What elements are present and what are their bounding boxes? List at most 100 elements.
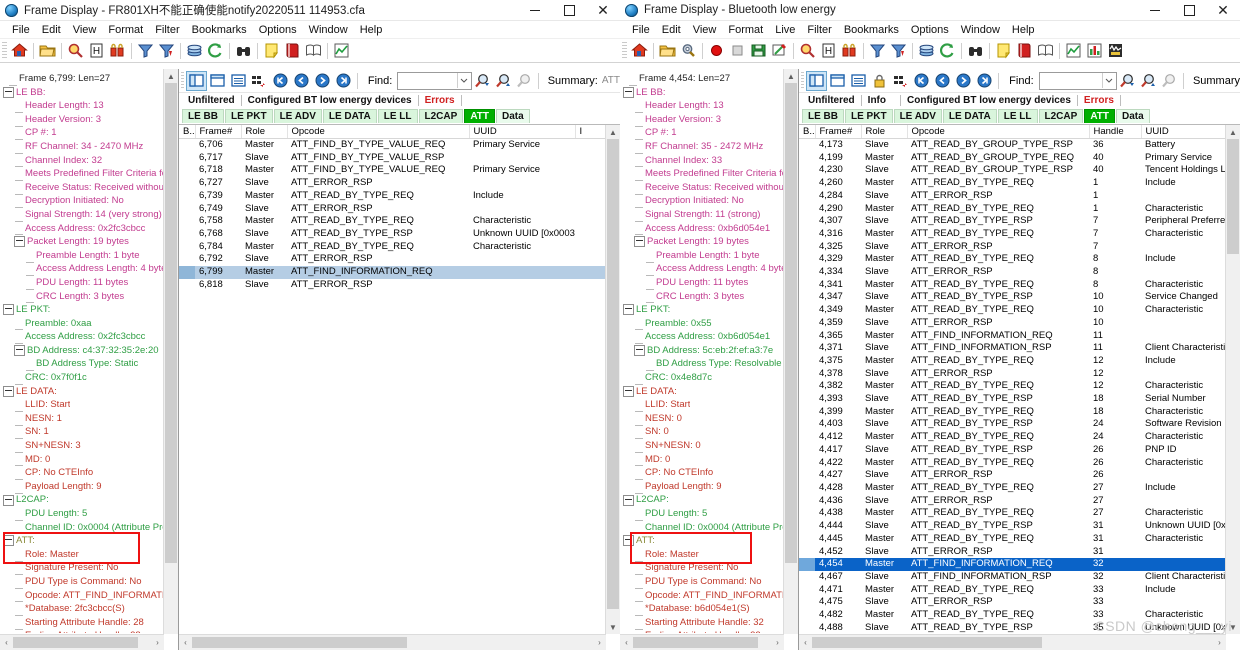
tree-node[interactable]: Ending Attribute Handle: 32: [622, 629, 788, 633]
filter-apply-icon[interactable]: [156, 40, 177, 61]
row-bookmark-cell[interactable]: [179, 253, 195, 266]
tree-node[interactable]: Opcode: ATT_FIND_INFORMATION_REQ: [2, 589, 168, 603]
tree-node[interactable]: Signal Strength: 11 (strong): [622, 208, 788, 222]
table-vertical-scrollbar[interactable]: ▲ ▼: [1225, 125, 1240, 634]
scroll-up-arrow[interactable]: ▲: [784, 69, 798, 83]
tree-node[interactable]: Channel ID: 0x0004 (Attribute Protocol): [2, 521, 168, 535]
lock-icon[interactable]: [869, 71, 890, 91]
packet-table[interactable]: B... Frame# Role Opcode Handle UUID 4,17…: [799, 125, 1240, 650]
menu-item-live[interactable]: Live: [769, 24, 801, 36]
menu-item-options[interactable]: Options: [253, 24, 303, 36]
table-row[interactable]: 4,412 Master ATT_READ_BY_TYPE_REQ 24 Charact…: [799, 431, 1240, 444]
tree-node[interactable]: MD: 0: [2, 453, 168, 467]
tree-node[interactable]: Signal Strength: 14 (very strong): [2, 208, 168, 222]
table-row[interactable]: 4,230 Slave ATT_READ_BY_GROUP_TYPE_RSP 40 Te…: [799, 164, 1240, 177]
row-bookmark-cell[interactable]: [799, 368, 815, 381]
tree-collapse-icon[interactable]: [623, 86, 634, 98]
column-opcode[interactable]: Opcode: [287, 125, 470, 139]
row-bookmark-cell[interactable]: [179, 266, 195, 279]
tree-collapse-icon[interactable]: [3, 385, 14, 397]
tree-node[interactable]: BD Address: c4:37:32:35:2e:20: [2, 344, 168, 358]
tree-node[interactable]: MD: 0: [622, 453, 788, 467]
tree-node[interactable]: LE PKT:: [2, 303, 168, 317]
row-bookmark-cell[interactable]: [799, 253, 815, 266]
nav-last-icon[interactable]: [974, 71, 995, 91]
layer-tab-data[interactable]: Data: [1116, 109, 1150, 123]
layer-tab-l2cap[interactable]: L2CAP: [418, 109, 464, 123]
nav-prev-icon[interactable]: [291, 71, 312, 91]
goto-frame-icon[interactable]: [890, 71, 911, 91]
menu-item-edit[interactable]: Edit: [656, 24, 687, 36]
settings-icon[interactable]: [678, 40, 699, 61]
table-row[interactable]: 6,784 Master ATT_READ_BY_TYPE_REQ Character…: [179, 241, 620, 254]
tree-node[interactable]: Channel Index: 33: [622, 154, 788, 168]
save-icon[interactable]: [748, 40, 769, 61]
row-bookmark-cell[interactable]: [799, 279, 815, 292]
table-row[interactable]: 4,393 Slave ATT_READ_BY_TYPE_RSP 18 Serial N…: [799, 393, 1240, 406]
book-open-icon[interactable]: [303, 40, 324, 61]
table-row[interactable]: 4,454 Master ATT_FIND_INFORMATION_REQ 32: [799, 558, 1240, 571]
row-bookmark-cell[interactable]: [799, 507, 815, 520]
menu-item-view[interactable]: View: [67, 24, 103, 36]
tree-collapse-icon[interactable]: [14, 345, 25, 357]
findbar-grip[interactable]: [801, 72, 805, 89]
tree-collapse-icon[interactable]: [623, 385, 634, 397]
filter-tab-configured-devices[interactable]: Configured BT low energy devices: [242, 95, 418, 106]
layer-tab-le-pkt[interactable]: LE PKT: [845, 109, 893, 123]
tree-node[interactable]: ATT:: [622, 534, 788, 548]
column-opcode[interactable]: Opcode: [907, 125, 1090, 139]
table-row[interactable]: 4,403 Slave ATT_READ_BY_TYPE_RSP 24 Software…: [799, 418, 1240, 431]
row-bookmark-cell[interactable]: [799, 431, 815, 444]
tree-collapse-icon[interactable]: [634, 236, 645, 248]
table-row[interactable]: 4,341 Master ATT_READ_BY_TYPE_REQ 8 Characte…: [799, 279, 1240, 292]
row-bookmark-cell[interactable]: [799, 342, 815, 355]
tree-node[interactable]: SN+NESN: 0: [622, 439, 788, 453]
row-bookmark-cell[interactable]: [179, 241, 195, 254]
scroll-thumb[interactable]: [812, 637, 1042, 648]
row-bookmark-cell[interactable]: [179, 152, 195, 165]
tree-collapse-icon[interactable]: [634, 345, 645, 357]
row-bookmark-cell[interactable]: [799, 571, 815, 584]
note-icon[interactable]: [993, 40, 1014, 61]
tree-node[interactable]: BD Address: 5c:eb:2f:ef:a3:7e: [622, 344, 788, 358]
table-row[interactable]: 4,475 Slave ATT_ERROR_RSP 33: [799, 596, 1240, 609]
row-bookmark-cell[interactable]: [799, 228, 815, 241]
row-bookmark-cell[interactable]: [799, 304, 815, 317]
table-row[interactable]: 4,438 Master ATT_READ_BY_TYPE_REQ 27 Charact…: [799, 507, 1240, 520]
menu-item-bookmarks[interactable]: Bookmarks: [186, 24, 253, 36]
tree-vertical-scrollbar[interactable]: ▲: [163, 69, 178, 634]
nav-first-icon[interactable]: [270, 71, 291, 91]
row-bookmark-cell[interactable]: [799, 291, 815, 304]
tree-node[interactable]: PDU Length: 11 bytes: [2, 276, 168, 290]
row-bookmark-cell[interactable]: [799, 622, 815, 635]
filter-icon[interactable]: [135, 40, 156, 61]
column-handle[interactable]: Handle: [1089, 125, 1142, 139]
row-bookmark-cell[interactable]: [799, 596, 815, 609]
table-row[interactable]: 4,260 Master ATT_READ_BY_TYPE_REQ 1 Include: [799, 177, 1240, 190]
tree-node[interactable]: Packet Length: 19 bytes: [2, 235, 168, 249]
table-row[interactable]: 4,290 Master ATT_READ_BY_TYPE_REQ 1 Characte…: [799, 203, 1240, 216]
row-bookmark-cell[interactable]: [799, 418, 815, 431]
column-role[interactable]: Role: [241, 125, 288, 139]
row-bookmark-cell[interactable]: [179, 228, 195, 241]
column-frame[interactable]: Frame#: [815, 125, 862, 139]
tree-node[interactable]: PDU Length: 5: [622, 507, 788, 521]
tree-collapse-icon[interactable]: [3, 86, 14, 98]
row-bookmark-cell[interactable]: [799, 495, 815, 508]
table-row[interactable]: 6,768 Slave ATT_READ_BY_TYPE_RSP Unknown UU…: [179, 228, 620, 241]
table-row[interactable]: 4,427 Slave ATT_ERROR_RSP 26: [799, 469, 1240, 482]
table-horizontal-scrollbar[interactable]: ‹ ›: [799, 634, 1226, 650]
layer-tab-l2cap[interactable]: L2CAP: [1038, 109, 1084, 123]
filter-tab-errors[interactable]: Errors: [1078, 95, 1120, 106]
scroll-right-arrow[interactable]: ›: [771, 638, 784, 647]
layer-tab-le-bb[interactable]: LE BB: [802, 109, 844, 123]
layer-tab-att[interactable]: ATT: [464, 109, 496, 123]
table-row[interactable]: 4,378 Slave ATT_ERROR_RSP 12: [799, 368, 1240, 381]
row-bookmark-cell[interactable]: [179, 164, 195, 177]
scroll-track[interactable]: [633, 637, 771, 648]
nav-first-icon[interactable]: [911, 71, 932, 91]
tree-node[interactable]: Payload Length: 9: [622, 480, 788, 494]
frame-detail-tree[interactable]: Frame 4,454: Len=27 LE BB: Header Length:…: [620, 69, 788, 633]
layout-split-icon[interactable]: [185, 70, 207, 91]
scroll-left-arrow[interactable]: ‹: [620, 638, 633, 647]
